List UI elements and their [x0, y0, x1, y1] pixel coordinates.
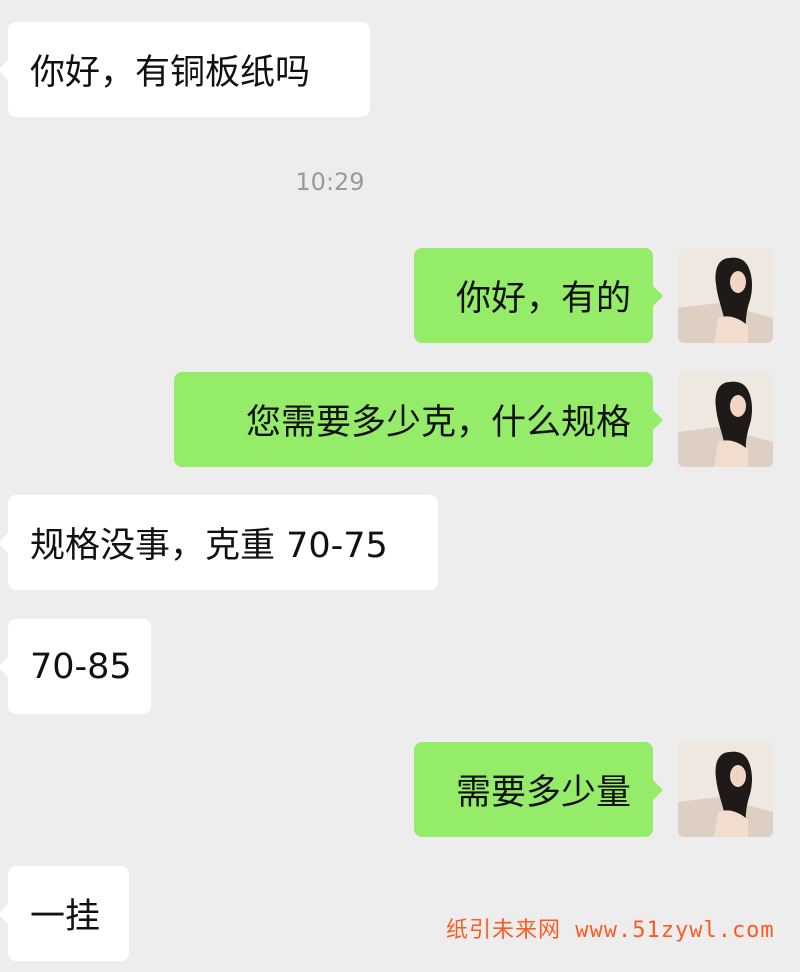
site-watermark: 纸引未来网 www.51zywl.com [446, 918, 775, 943]
message-bubble-outgoing[interactable]: 您需要多少克，什么规格 [174, 372, 663, 467]
message-bubble-incoming[interactable]: 你好，有铜板纸吗 [0, 22, 370, 117]
avatar-photo-icon [678, 742, 773, 837]
message-text: 您需要多少克，什么规格 [245, 403, 631, 443]
message-text: 你好，有的 [455, 279, 631, 319]
message-bubble-incoming[interactable]: 规格没事，克重 70-75 [0, 495, 438, 590]
user-avatar[interactable] [678, 742, 773, 837]
avatar-photo-icon [678, 248, 773, 343]
user-avatar[interactable] [678, 372, 773, 467]
user-avatar[interactable] [678, 248, 773, 343]
message-text: 需要多少量 [455, 773, 631, 813]
message-bubble-outgoing[interactable]: 你好，有的 [414, 248, 663, 343]
message-timestamp: 10:29 [295, 168, 365, 196]
message-text: 70-85 [30, 646, 132, 687]
chat-conversation: 你好，有铜板纸吗 10:29 你好，有的 您需要多少克，什么规格 规格没事，克重… [0, 0, 800, 972]
message-bubble-incoming[interactable]: 70-85 [0, 619, 151, 714]
message-bubble-incoming[interactable]: 一挂 [0, 866, 129, 961]
message-text: 一挂 [30, 897, 101, 937]
message-bubble-outgoing[interactable]: 需要多少量 [414, 742, 663, 837]
avatar-photo-icon [678, 372, 773, 467]
message-text: 规格没事，克重 70-75 [30, 526, 388, 566]
message-text: 你好，有铜板纸吗 [30, 53, 311, 93]
